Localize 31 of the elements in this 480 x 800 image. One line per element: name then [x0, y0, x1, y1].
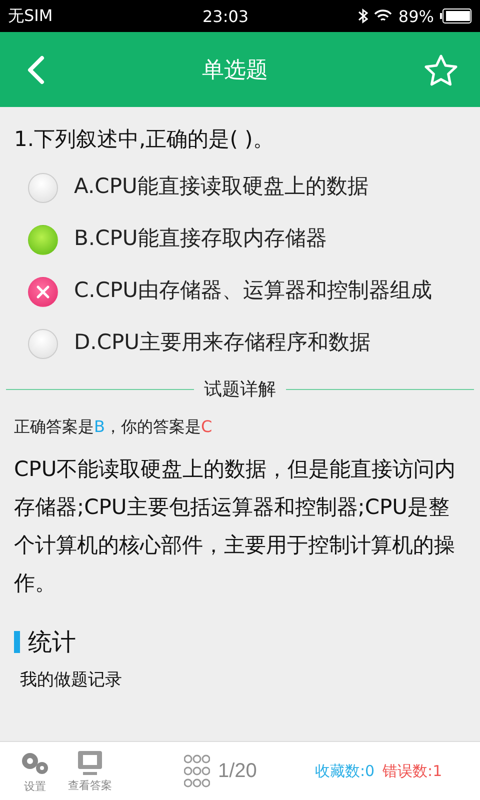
clock-text: 23:03 — [202, 6, 249, 26]
option-text[interactable]: B.CPU能直接存取内存储器 — [74, 225, 466, 251]
wifi-icon — [374, 9, 392, 23]
option-text[interactable]: A.CPU能直接读取硬盘上的数据 — [74, 173, 466, 199]
bluetooth-icon — [358, 8, 368, 24]
heading-marker — [14, 631, 20, 653]
carrier-text: 无SIM — [8, 6, 53, 26]
settings-button[interactable]: 设置 — [18, 748, 52, 794]
star-icon[interactable] — [424, 54, 458, 86]
answer-text: 正确答案是B，你的答案是C — [14, 417, 214, 438]
explanation-text: CPU不能读取硬盘上的数据，但是能直接访问内存储器;CPU主要包括运算器和控制器;CPU是整个计算机的核心部件，主要用于控制计算机的操作。 — [14, 456, 457, 597]
grid-icon — [184, 753, 210, 789]
battery-icon — [440, 8, 472, 24]
record-label: 我的做题记录 — [20, 669, 123, 691]
option-text[interactable]: C.CPU由存储器、运算器和控制器组成 — [74, 277, 466, 303]
wrong-answer-icon[interactable] — [28, 277, 58, 307]
radio-button[interactable] — [28, 329, 58, 359]
radio-button[interactable] — [28, 173, 58, 203]
question-text: 1.下列叙述中,正确的是( )。 — [13, 126, 275, 153]
progress-button[interactable]: 1/20 — [178, 752, 263, 790]
view-answer-button[interactable]: 查看答案 — [68, 750, 112, 792]
battery-text: 89% — [398, 6, 434, 26]
errors-count: 错误数:1 — [382, 762, 442, 780]
stats-heading: 统计 — [28, 627, 76, 658]
page-title: 单选题 — [202, 56, 268, 84]
back-button[interactable] — [26, 54, 46, 84]
favorites-count: 收藏数:0 — [314, 762, 375, 780]
section-heading: 试题详解 — [204, 378, 276, 401]
radio-button[interactable] — [28, 225, 58, 255]
option-text[interactable]: D.CPU主要用来存储程序和数据 — [74, 329, 466, 355]
monitor-icon — [77, 750, 103, 776]
